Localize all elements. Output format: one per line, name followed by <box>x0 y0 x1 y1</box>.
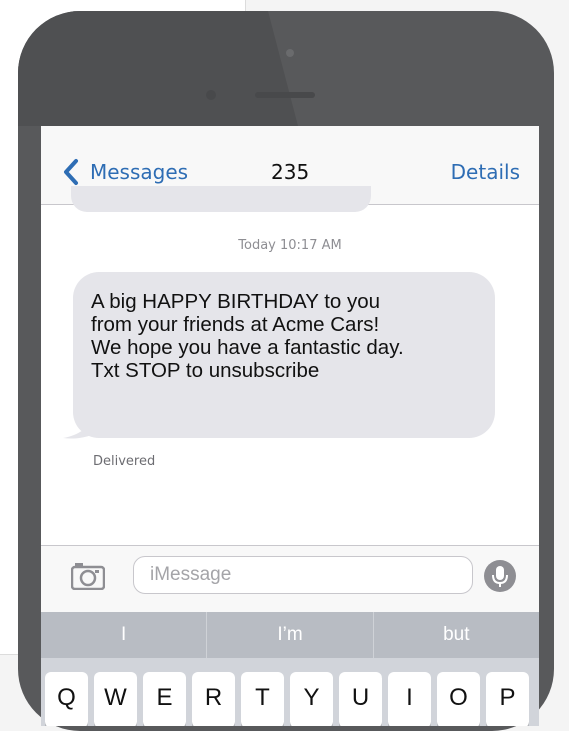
front-camera-icon <box>206 90 216 100</box>
message-text: A big HAPPY BIRTHDAY to you from your fr… <box>91 290 491 382</box>
imessage-input[interactable] <box>134 557 472 593</box>
key-p[interactable]: P <box>486 672 529 726</box>
key-u[interactable]: U <box>339 672 382 726</box>
proximity-sensor <box>286 49 294 57</box>
message-timestamp: Today 10:17 AM <box>238 238 342 253</box>
key-r[interactable]: R <box>192 672 235 726</box>
key-e[interactable]: E <box>143 672 186 726</box>
suggestion-item[interactable]: but <box>374 612 539 658</box>
phone-screen: Messages 235 Details Today 10:17 AM A bi… <box>41 126 539 726</box>
message-line: from your friends at Acme Cars! <box>91 313 380 336</box>
conversation-title: 235 <box>271 160 310 184</box>
key-q[interactable]: Q <box>45 672 88 726</box>
back-button[interactable]: Messages <box>90 158 188 186</box>
message-line: Txt STOP to unsubscribe <box>91 359 320 382</box>
back-chevron-icon[interactable] <box>61 158 81 186</box>
earpiece-speaker <box>255 92 315 98</box>
predictive-text-bar: I I’m but <box>41 612 539 658</box>
details-button[interactable]: Details <box>451 158 520 186</box>
key-y[interactable]: Y <box>290 672 333 726</box>
delivery-status: Delivered <box>93 454 156 469</box>
key-w[interactable]: W <box>94 672 137 726</box>
message-line: A big HAPPY BIRTHDAY to you <box>91 290 381 313</box>
suggestion-item[interactable]: I <box>41 612 208 658</box>
microphone-button[interactable] <box>484 560 516 592</box>
message-line: We hope you have a fantastic day. <box>91 336 404 359</box>
imessage-field[interactable] <box>133 556 473 594</box>
key-o[interactable]: O <box>437 672 480 726</box>
key-t[interactable]: T <box>241 672 284 726</box>
previous-message-bubble <box>71 186 371 212</box>
suggestion-item[interactable]: I’m <box>207 612 374 658</box>
key-i[interactable]: I <box>388 672 431 726</box>
camera-icon[interactable] <box>71 562 105 590</box>
microphone-icon <box>492 566 508 587</box>
keyboard: Q W E R T Y U I O P <box>41 658 539 726</box>
